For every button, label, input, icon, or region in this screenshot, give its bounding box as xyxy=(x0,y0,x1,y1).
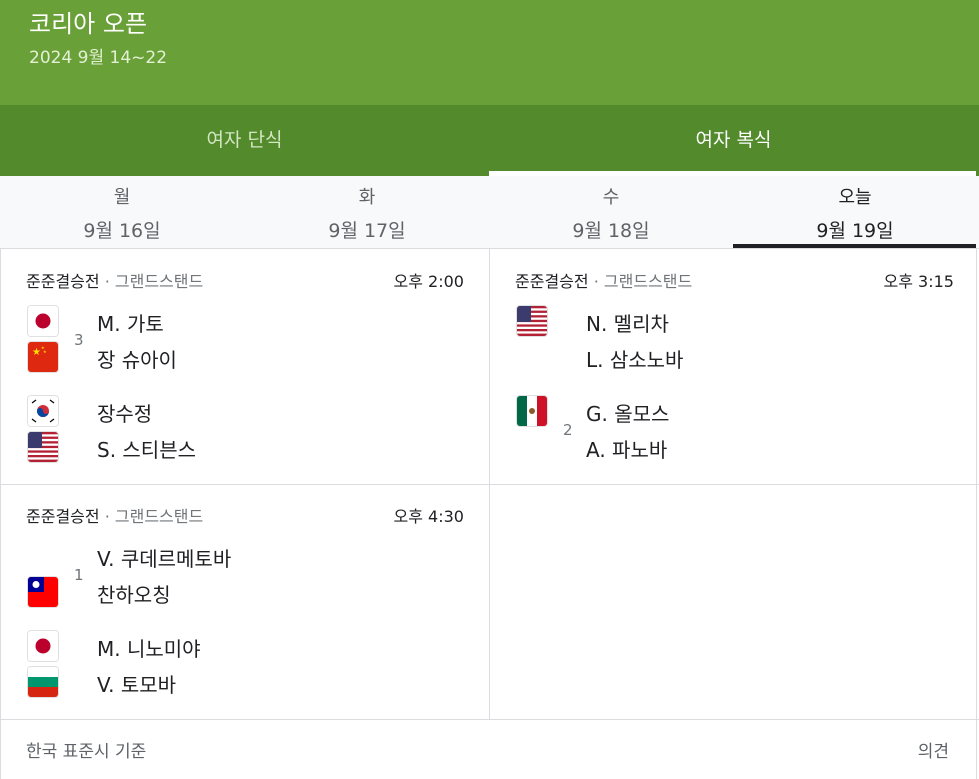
taiwan-flag-icon xyxy=(28,577,58,607)
day-name: 월 xyxy=(113,187,131,208)
japan-flag-icon xyxy=(28,631,58,661)
round-name: 준준결승전 xyxy=(26,507,100,526)
svg-text:★: ★ xyxy=(43,349,47,354)
round-name: 준준결승전 xyxy=(515,272,589,291)
seed-number: 3 xyxy=(74,331,84,349)
player-name: 장수정 xyxy=(97,402,153,426)
player-name: 장 슈아이 xyxy=(97,348,177,372)
day-selector: 월 9월 16일 화 9월 17일 수 9월 18일 오늘 9월 19일 xyxy=(0,176,979,249)
usa-flag-icon xyxy=(28,432,58,462)
japan-flag-icon xyxy=(28,306,58,336)
day-name: 화 xyxy=(358,187,376,208)
match-round: 준준결승전 · 그랜드스탠드 xyxy=(26,268,203,292)
day-today[interactable]: 오늘 9월 19일 xyxy=(733,176,977,249)
day-date: 9월 18일 xyxy=(572,220,650,242)
timezone-note: 한국 표준시 기준 xyxy=(26,742,147,762)
player-name: S. 스티븐스 xyxy=(97,438,197,462)
feedback-link[interactable]: 의견 xyxy=(918,737,949,762)
match-round: 준준결승전 · 그랜드스탠드 xyxy=(515,268,692,292)
player-name: G. 올모스 xyxy=(586,402,670,426)
match-time: 오후 4:30 xyxy=(393,507,464,526)
day-date: 9월 17일 xyxy=(328,220,406,242)
separator: · xyxy=(104,272,110,291)
tournament-header: 코리아 오픈 2024 9월 14~22 xyxy=(0,0,979,105)
day-date: 9월 16일 xyxy=(83,220,161,242)
seed-number: 2 xyxy=(563,421,573,439)
match-card[interactable]: 준준결승전 · 그랜드스탠드 오후 4:30 1 V. 쿠데르메토바 찬하오칭 … xyxy=(0,484,489,719)
court-name: 그랜드스탠드 xyxy=(114,507,204,526)
tournament-dates: 2024 9월 14~22 xyxy=(29,48,168,68)
player-name: A. 파노바 xyxy=(586,438,668,462)
seed-number: 1 xyxy=(74,566,84,584)
event-tabs: 여자 단식 여자 복식 xyxy=(0,105,979,176)
footer-divider xyxy=(0,719,979,720)
day-date: 9월 19일 xyxy=(816,220,894,242)
day-wednesday[interactable]: 수 9월 18일 xyxy=(489,176,733,249)
match-round: 준준결승전 · 그랜드스탠드 xyxy=(26,503,203,527)
active-day-indicator xyxy=(733,244,976,248)
tab-womens-singles[interactable]: 여자 단식 xyxy=(0,105,489,176)
tab-womens-doubles[interactable]: 여자 복식 xyxy=(489,105,978,176)
match-time: 오후 3:15 xyxy=(883,272,954,291)
china-flag-icon: ★ ★ ★ xyxy=(28,342,58,372)
player-name: 찬하오칭 xyxy=(97,583,171,607)
court-name: 그랜드스탠드 xyxy=(603,272,693,291)
bulgaria-flag-icon xyxy=(28,667,58,697)
round-name: 준준결승전 xyxy=(26,272,100,291)
day-name: 오늘 xyxy=(838,187,872,208)
day-tuesday[interactable]: 화 9월 17일 xyxy=(245,176,489,249)
match-card[interactable]: 준준결승전 · 그랜드스탠드 오후 3:15 N. 멜리차 L. 삼소노바 2 … xyxy=(489,249,978,484)
player-name: L. 삼소노바 xyxy=(586,348,684,372)
player-name: N. 멜리차 xyxy=(586,312,669,336)
match-time: 오후 2:00 xyxy=(393,272,464,291)
match-card[interactable]: 준준결승전 · 그랜드스탠드 오후 2:00 ★ ★ ★ 3 M. 가토 장 슈아이… xyxy=(0,249,489,484)
tournament-title: 코리아 오픈 xyxy=(29,10,148,38)
usa-flag-icon xyxy=(517,306,547,336)
player-name: V. 토모바 xyxy=(97,673,177,697)
mexico-flag-icon xyxy=(517,396,547,426)
day-name: 수 xyxy=(602,187,620,208)
player-name: M. 니노미야 xyxy=(97,637,201,661)
south-korea-flag-icon xyxy=(28,396,58,426)
day-monday[interactable]: 월 9월 16일 xyxy=(0,176,244,249)
sports-widget: 코리아 오픈 2024 9월 14~22 여자 단식 여자 복식 월 9월 16… xyxy=(0,0,979,779)
separator: · xyxy=(593,272,599,291)
svg-text:★: ★ xyxy=(32,347,41,358)
court-name: 그랜드스탠드 xyxy=(114,272,204,291)
player-name: V. 쿠데르메토바 xyxy=(97,547,232,571)
separator: · xyxy=(104,507,110,526)
player-name: M. 가토 xyxy=(97,312,164,336)
